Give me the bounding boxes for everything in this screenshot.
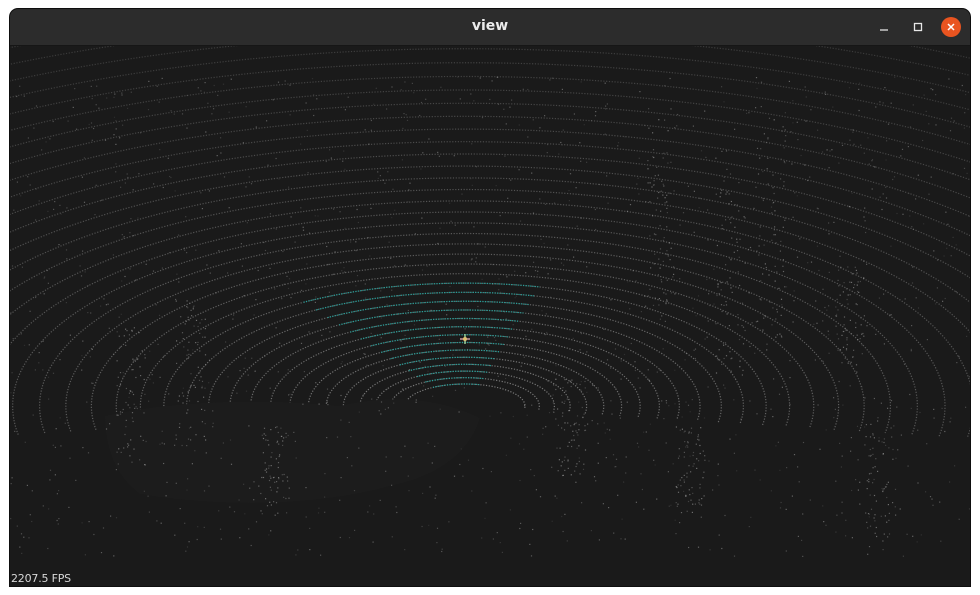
window-title: view <box>471 18 509 34</box>
scan-ring <box>10 188 970 333</box>
scan-ring <box>10 102 970 181</box>
close-button[interactable] <box>941 17 961 37</box>
scan-ring <box>10 75 970 146</box>
maximize-icon <box>913 22 923 32</box>
scan-ring <box>10 128 970 217</box>
scan-ring <box>303 282 540 303</box>
scan-ring <box>399 356 496 366</box>
scan-ring <box>10 177 970 303</box>
scan-ring <box>10 153 970 257</box>
scan-ring <box>338 309 524 326</box>
scan-ring <box>10 141 970 237</box>
scan-ring <box>10 200 970 439</box>
maximize-button[interactable] <box>908 17 928 37</box>
title-bar[interactable]: view <box>10 9 970 46</box>
3d-viewport[interactable]: 2207.5 FPS <box>10 46 970 586</box>
scan-ring <box>10 48 970 111</box>
occlusion-shadow <box>105 399 480 503</box>
minimize-button[interactable] <box>874 17 894 37</box>
scan-ring <box>39 232 891 434</box>
scan-ring <box>408 363 492 372</box>
point-cloud <box>10 46 970 557</box>
scan-ring <box>360 326 514 340</box>
scan-ring <box>315 291 535 311</box>
scan-ring <box>327 300 529 319</box>
scan-ring <box>10 165 970 279</box>
app-window: view 2207.5 FPS <box>10 9 970 586</box>
close-icon <box>947 23 955 31</box>
minimize-icon <box>880 29 888 31</box>
scan-ring <box>349 317 519 333</box>
scan-ring <box>289 334 641 418</box>
fps-counter: 2207.5 FPS <box>11 572 71 585</box>
